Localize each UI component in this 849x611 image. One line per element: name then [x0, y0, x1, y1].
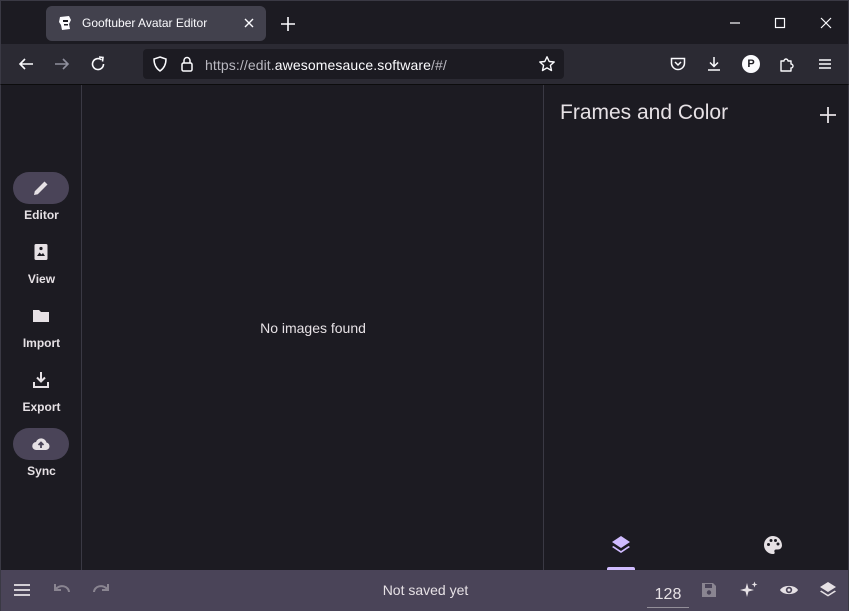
pocket-icon[interactable]	[669, 55, 687, 73]
rail-item-export[interactable]: Export	[1, 364, 82, 424]
bottom-app-bar: Not saved yet 128	[1, 570, 848, 611]
extensions-icon[interactable]	[778, 55, 796, 73]
profile-avatar[interactable]: P	[742, 55, 760, 73]
folder-icon	[33, 310, 49, 322]
browser-navbar: https://edit.awesomesauce.software/#/ P	[0, 44, 849, 85]
eye-icon[interactable]	[779, 580, 799, 600]
pencil-icon	[34, 181, 48, 195]
app-root: Editor View Import Export Sync No images…	[0, 85, 849, 611]
lock-icon[interactable]	[178, 55, 196, 73]
minimize-icon[interactable]	[725, 13, 745, 33]
download-icon	[33, 372, 49, 388]
cloud-upload-icon	[32, 438, 50, 451]
browser-tab[interactable]: Gooftuber Avatar Editor	[46, 6, 266, 41]
url-prefix: https://edit.	[205, 57, 275, 73]
redo-icon[interactable]	[91, 580, 111, 600]
rail-pill-sync	[13, 428, 69, 460]
maximize-icon[interactable]	[770, 13, 790, 33]
canvas-area: No images found	[82, 85, 544, 570]
save-status: Not saved yet	[382, 582, 469, 598]
rail-label-sync: Sync	[27, 464, 56, 478]
layers-toggle-icon[interactable]	[818, 580, 838, 600]
url-suffix: /#/	[430, 57, 447, 73]
window-close-icon[interactable]	[816, 13, 836, 33]
add-frame-icon[interactable]	[818, 105, 838, 125]
save-status-wrap: Not saved yet	[1, 582, 849, 598]
navigation-rail: Editor View Import Export Sync	[1, 85, 82, 570]
tab-close-icon[interactable]	[241, 15, 257, 31]
undo-icon[interactable]	[52, 580, 72, 600]
portrait-icon	[34, 244, 48, 260]
rail-label-editor: Editor	[24, 208, 59, 222]
downloads-icon[interactable]	[705, 55, 723, 73]
canvas-size-field[interactable]: 128	[647, 572, 689, 608]
rail-pill-view	[13, 236, 69, 268]
gooftuber-favicon-icon	[59, 16, 71, 30]
rail-item-sync[interactable]: Sync	[1, 428, 82, 488]
canvas-size-underline	[647, 607, 689, 608]
url-text[interactable]: https://edit.awesomesauce.software/#/	[205, 57, 447, 73]
forward-arrow-icon[interactable]	[53, 55, 71, 73]
reload-icon[interactable]	[89, 55, 107, 73]
sparkle-icon[interactable]	[739, 580, 759, 600]
rail-label-import: Import	[22, 336, 61, 350]
browser-tabstrip: Gooftuber Avatar Editor	[0, 0, 849, 44]
shield-icon[interactable]	[151, 55, 169, 73]
rail-label-export: Export	[22, 400, 61, 414]
palette-icon[interactable]	[761, 533, 785, 557]
empty-message: No images found	[260, 320, 366, 336]
rail-pill-editor	[13, 172, 69, 204]
save-icon[interactable]	[699, 580, 719, 600]
url-domain: awesomesauce.software	[274, 57, 431, 73]
menu-icon[interactable]	[816, 55, 834, 73]
canvas-size-value: 128	[654, 586, 682, 603]
rail-item-editor[interactable]: Editor	[1, 172, 82, 232]
rail-pill-export	[13, 364, 69, 396]
frames-color-panel: Frames and Color	[545, 85, 849, 570]
new-tab-icon[interactable]	[277, 13, 299, 35]
tab-title: Gooftuber Avatar Editor	[82, 16, 208, 30]
panel-title: Frames and Color	[560, 101, 729, 124]
rail-item-import[interactable]: Import	[1, 300, 82, 360]
rail-item-view[interactable]: View	[1, 236, 82, 296]
back-arrow-icon[interactable]	[17, 55, 35, 73]
bookmark-star-icon[interactable]	[538, 55, 556, 73]
rail-pill-import	[13, 300, 69, 332]
url-bar[interactable]: https://edit.awesomesauce.software/#/	[143, 49, 564, 79]
layers-icon[interactable]	[609, 533, 633, 557]
rail-label-view: View	[27, 272, 56, 286]
hamburger-menu-icon[interactable]	[12, 580, 32, 600]
